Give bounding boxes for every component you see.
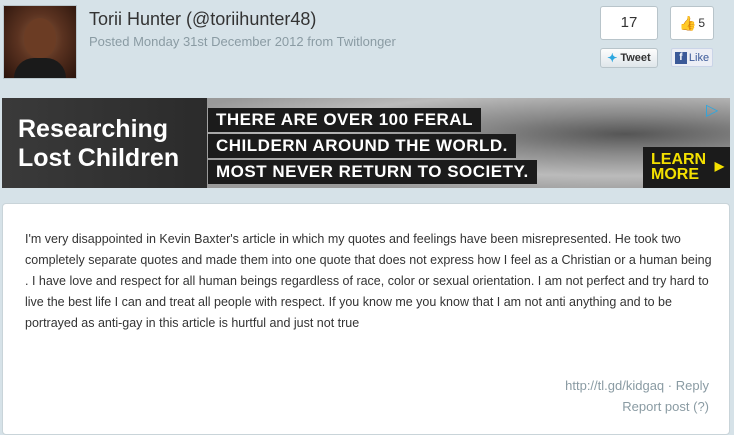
ad-text-line1: THERE ARE OVER 100 FERAL bbox=[208, 108, 481, 132]
tweet-count: 17 bbox=[600, 6, 658, 40]
post-text: I'm very disappointed in Kevin Baxter's … bbox=[25, 232, 712, 330]
reply-link[interactable]: Reply bbox=[676, 378, 709, 393]
report-post-link[interactable]: Report post (?) bbox=[622, 399, 709, 414]
ad-title-line1: Researching bbox=[18, 115, 169, 143]
posted-info: Posted Monday 31st December 2012 from Tw… bbox=[89, 34, 396, 49]
post-header: Torii Hunter (@toriihunter48) Posted Mon… bbox=[0, 0, 734, 90]
learn-more-button[interactable]: LEARN MORE ▶ bbox=[643, 147, 730, 188]
avatar-shirt bbox=[14, 58, 66, 78]
short-link[interactable]: http://tl.gd/kidgaq bbox=[565, 378, 664, 393]
ad-banner[interactable]: Researching Lost Children THERE ARE OVER… bbox=[2, 98, 730, 188]
author-name[interactable]: Torii Hunter (@toriihunter48) bbox=[89, 9, 316, 30]
post-links: http://tl.gd/kidgaq · Reply Report post … bbox=[565, 375, 709, 417]
twitter-bird-icon: ✦ bbox=[607, 51, 618, 65]
like-label: Like bbox=[688, 51, 710, 64]
facebook-like-button[interactable]: f Like bbox=[671, 48, 713, 67]
adchoices-icon[interactable]: ▷ bbox=[706, 100, 726, 120]
facebook-icon: f bbox=[674, 51, 687, 64]
arrow-right-icon: ▶ bbox=[714, 159, 724, 173]
ad-title-line2: Lost Children bbox=[18, 144, 180, 172]
tweet-label: Tweet bbox=[620, 52, 651, 64]
avatar[interactable] bbox=[3, 5, 77, 79]
ad-title: Researching Lost Children bbox=[18, 115, 179, 173]
ad-left-panel: Researching Lost Children bbox=[2, 98, 207, 188]
like-count-box: 👍 5 bbox=[670, 6, 714, 40]
avatar-face bbox=[24, 18, 56, 58]
tweet-button[interactable]: ✦ Tweet bbox=[600, 48, 658, 68]
thumbs-up-icon: 👍 bbox=[678, 14, 697, 31]
ad-text-line3: MOST NEVER RETURN TO SOCIETY. bbox=[208, 160, 537, 184]
link-separator: · bbox=[667, 378, 673, 393]
post-body: I'm very disappointed in Kevin Baxter's … bbox=[2, 203, 730, 435]
ad-text-line2: CHILDERN AROUND THE WORLD. bbox=[208, 134, 516, 158]
like-count: 5 bbox=[698, 16, 706, 30]
